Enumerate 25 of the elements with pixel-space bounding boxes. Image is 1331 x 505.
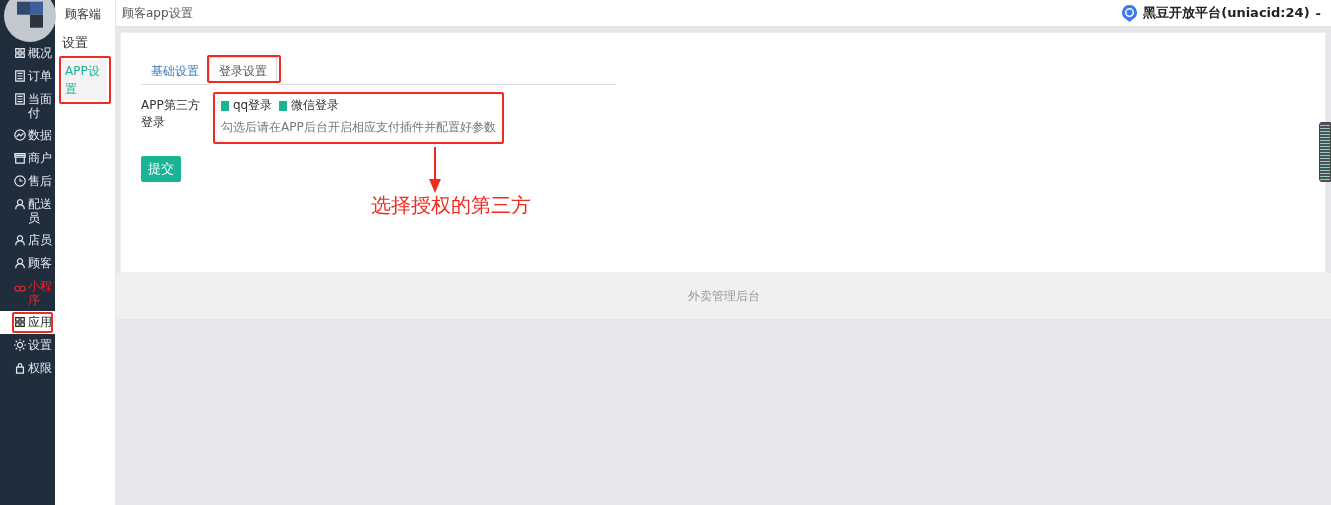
nav-item[interactable]: 店员 bbox=[0, 229, 55, 252]
nav-item[interactable]: 配送员 bbox=[0, 193, 55, 229]
nav-item[interactable]: 售后 bbox=[0, 170, 55, 193]
subnav-header: 顾客端 bbox=[64, 6, 102, 23]
section-title: 设置 bbox=[61, 34, 89, 52]
nav-item[interactable]: 订单 bbox=[0, 65, 55, 88]
account-name[interactable]: 黑豆开放平台(uniacid:24) bbox=[1143, 4, 1310, 22]
nav-item[interactable]: 顾客 bbox=[0, 252, 55, 275]
dropdown-caret[interactable]: - bbox=[1315, 5, 1321, 21]
nav-item[interactable]: 商户 bbox=[0, 147, 55, 170]
nav-item[interactable]: 设置 bbox=[0, 334, 55, 357]
login-option[interactable]: qq登录 bbox=[221, 97, 273, 114]
tab[interactable]: 登录设置 bbox=[209, 57, 277, 85]
tab[interactable]: 基础设置 bbox=[141, 57, 209, 85]
nav-item[interactable]: 应用 bbox=[0, 311, 55, 334]
nav-item[interactable]: 当面付 bbox=[0, 88, 55, 124]
hint-text: 勾选后请在APP后台开启相应支付插件并配置好参数 bbox=[221, 119, 496, 136]
login-option[interactable]: 微信登录 bbox=[279, 97, 340, 114]
page-title: 顾客app设置 bbox=[122, 4, 193, 22]
field-label: APP第三方登录 bbox=[141, 97, 201, 131]
nav-item[interactable]: 权限 bbox=[0, 357, 55, 380]
footer-text: 外卖管理后台 bbox=[687, 287, 760, 305]
nav-item[interactable]: 数据 bbox=[0, 124, 55, 147]
annotation-caption: 选择授权的第三方 bbox=[371, 192, 531, 219]
nav-item[interactable]: 概况 bbox=[0, 42, 55, 65]
